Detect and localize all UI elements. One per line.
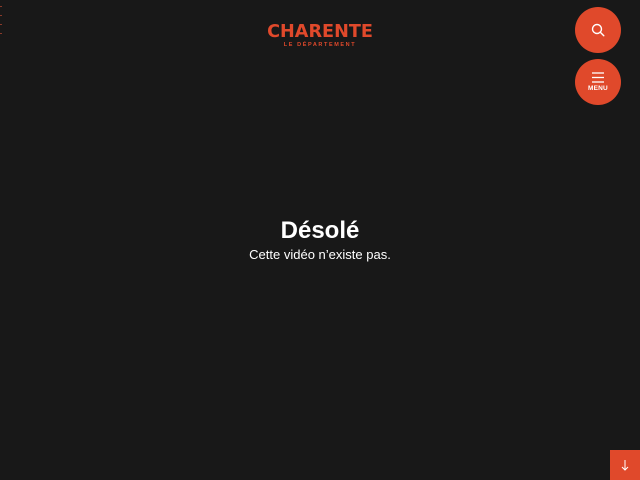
scroll-down-button[interactable] — [610, 450, 640, 480]
edge-mark — [0, 6, 2, 7]
charente-logo[interactable]: CHARENTE LE DÉPARTEMENT — [0, 22, 640, 49]
video-page: CHARENTE LE DÉPARTEMENT MENU Désolé Cett… — [0, 0, 640, 480]
error-title: Désolé — [280, 217, 360, 244]
error-text: Cette vidéo n’existe pas. — [249, 247, 391, 262]
search-icon — [591, 23, 605, 37]
search-button[interactable] — [575, 7, 621, 53]
error-message: Désolé Cette vidéo n’existe pas. — [0, 216, 640, 263]
menu-button[interactable]: MENU — [575, 59, 621, 105]
arrow-down-icon — [621, 460, 629, 471]
edge-mark — [0, 15, 2, 16]
logo-title: CHARENTE — [267, 21, 373, 42]
hamburger-icon — [592, 72, 604, 83]
menu-label: MENU — [588, 85, 608, 92]
logo-subtitle: LE DÉPARTEMENT — [283, 42, 357, 48]
